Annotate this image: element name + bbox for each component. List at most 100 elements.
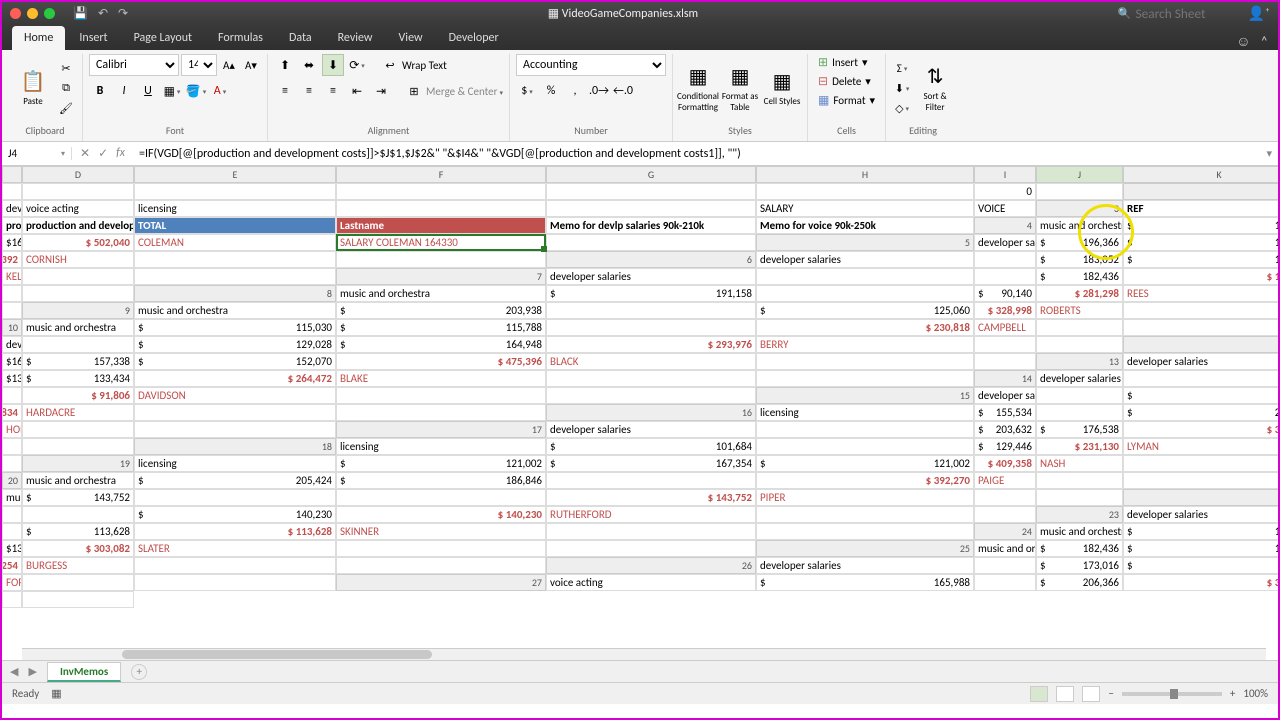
page-break-view-icon[interactable]	[1082, 686, 1100, 702]
italic-button[interactable]: I	[113, 80, 135, 102]
percent-icon[interactable]: %	[540, 80, 562, 102]
cell[interactable]: $ 328,998	[974, 302, 1036, 319]
cell[interactable]	[1123, 302, 1278, 319]
row-header[interactable]: 24	[974, 523, 1036, 540]
merge-center-button[interactable]: Merge & Center	[426, 85, 503, 98]
cell[interactable]	[22, 438, 134, 455]
row-header[interactable]: 26	[546, 557, 756, 574]
row-header[interactable]: 9	[22, 302, 134, 319]
font-size-combo[interactable]: 14	[181, 54, 217, 76]
font-name-combo[interactable]: Calibri	[89, 54, 179, 76]
align-bottom-icon[interactable]: ⬇	[322, 54, 344, 76]
cell[interactable]: $208,056	[1123, 404, 1278, 421]
row-header[interactable]: 15	[756, 387, 974, 404]
cell[interactable]: $125,060	[756, 302, 974, 319]
cell[interactable]: $205,424	[134, 472, 336, 489]
cell[interactable]: $ 524,392	[2, 251, 22, 268]
cell[interactable]: $ 303,082	[22, 540, 134, 557]
cell[interactable]: developer salaries	[974, 234, 1036, 251]
cell[interactable]: $ 140,230	[336, 506, 546, 523]
cell[interactable]: music and orchestra	[22, 319, 134, 336]
tab-review[interactable]: Review	[326, 26, 385, 50]
table-header[interactable]: Memo for voice 90k-250k	[756, 217, 974, 234]
row-header[interactable]: 4	[974, 217, 1036, 234]
row-header[interactable]: 17	[336, 421, 546, 438]
cell[interactable]: $ 372,354	[1123, 574, 1278, 591]
cell[interactable]	[546, 234, 756, 251]
bold-button[interactable]: B	[89, 80, 111, 102]
font-color-button[interactable]: A	[209, 80, 231, 102]
cell[interactable]	[546, 523, 756, 540]
cell[interactable]	[22, 421, 134, 438]
cell[interactable]: music and orchestra	[2, 489, 22, 506]
cell[interactable]: NASH	[1036, 455, 1123, 472]
cell[interactable]	[1036, 387, 1123, 404]
add-sheet-button[interactable]: +	[131, 664, 147, 680]
cell[interactable]: $ 322,254	[2, 557, 22, 574]
cell[interactable]: developer salaries	[756, 557, 974, 574]
expand-formula-icon[interactable]: ▾	[1260, 147, 1278, 160]
cell[interactable]	[134, 183, 336, 200]
delete-cells-button[interactable]: ⊟Delete ▾	[814, 73, 875, 90]
cell[interactable]	[1036, 489, 1123, 506]
cell[interactable]	[756, 285, 974, 302]
align-left-icon[interactable]: ≡	[274, 80, 296, 102]
cell[interactable]: $203,632	[974, 421, 1036, 438]
cell[interactable]: $91,114	[1123, 557, 1278, 574]
cell[interactable]	[2, 506, 22, 523]
cell[interactable]: developer salaries	[2, 336, 22, 353]
cell[interactable]	[974, 268, 1036, 285]
cell[interactable]: $ 264,472	[134, 370, 336, 387]
cell[interactable]: BLACK	[546, 353, 756, 370]
cell[interactable]: SALARY	[756, 200, 974, 217]
cell[interactable]: $115,030	[134, 319, 336, 336]
cell[interactable]: $113,628	[22, 523, 134, 540]
cell[interactable]	[974, 353, 1036, 370]
cell[interactable]	[546, 370, 756, 387]
minimize-icon[interactable]	[27, 8, 38, 19]
sheet-nav-next-icon[interactable]: ▶	[28, 665, 36, 678]
cell[interactable]: $ 230,818	[756, 319, 974, 336]
cell[interactable]	[134, 404, 336, 421]
fill-color-button[interactable]: 🪣	[185, 80, 207, 102]
cell[interactable]: $ 409,358	[974, 455, 1036, 472]
wrap-text-button[interactable]: Wrap Text	[402, 59, 447, 72]
cell[interactable]	[1036, 472, 1123, 489]
col-header[interactable]: J	[1036, 166, 1123, 183]
paste-button[interactable]: 📋Paste	[14, 63, 52, 113]
tab-page-layout[interactable]: Page Layout	[122, 26, 204, 50]
table-header[interactable]: Memo for devlp salaries 90k-210k	[546, 217, 756, 234]
cell[interactable]: $186,846	[336, 472, 546, 489]
cell[interactable]	[134, 268, 336, 285]
cell[interactable]: $173,016	[1036, 557, 1123, 574]
row-header[interactable]: 20	[2, 472, 22, 489]
cell[interactable]	[22, 574, 134, 591]
table-header[interactable]: REF	[1123, 200, 1278, 217]
cell[interactable]: music and orchestra	[22, 472, 134, 489]
cell[interactable]	[756, 523, 974, 540]
page-layout-view-icon[interactable]	[1056, 686, 1074, 702]
cell[interactable]: $ 293,976	[546, 336, 756, 353]
cell[interactable]: ROBERTS	[1036, 302, 1123, 319]
cell[interactable]	[336, 489, 546, 506]
cell[interactable]	[22, 591, 134, 608]
enter-icon[interactable]: ✓	[98, 146, 108, 161]
cell[interactable]: $129,446	[974, 438, 1036, 455]
active-cell[interactable]: SALARY COLEMAN 164330	[336, 234, 546, 251]
cell[interactable]: $164,330	[1123, 217, 1278, 234]
table-header[interactable]: production and development costs2	[2, 217, 22, 234]
tab-developer[interactable]: Developer	[437, 26, 511, 50]
row-header[interactable]: 2	[1123, 183, 1278, 200]
row-header[interactable]: 22	[1123, 489, 1278, 506]
table-header[interactable]: production and development costs3	[22, 217, 134, 234]
cell[interactable]	[2, 455, 22, 472]
border-button[interactable]: ▦	[161, 80, 183, 102]
cell[interactable]: $161,172	[2, 234, 22, 251]
cell[interactable]	[336, 183, 546, 200]
cell[interactable]: COLEMAN	[134, 234, 336, 251]
conditional-formatting-button[interactable]: ▦Conditional Formatting	[679, 63, 717, 113]
cell[interactable]	[1123, 472, 1278, 489]
cell[interactable]: $176,538	[1036, 421, 1123, 438]
cell[interactable]: $ 113,628	[134, 523, 336, 540]
cell[interactable]: $121,002	[336, 455, 546, 472]
